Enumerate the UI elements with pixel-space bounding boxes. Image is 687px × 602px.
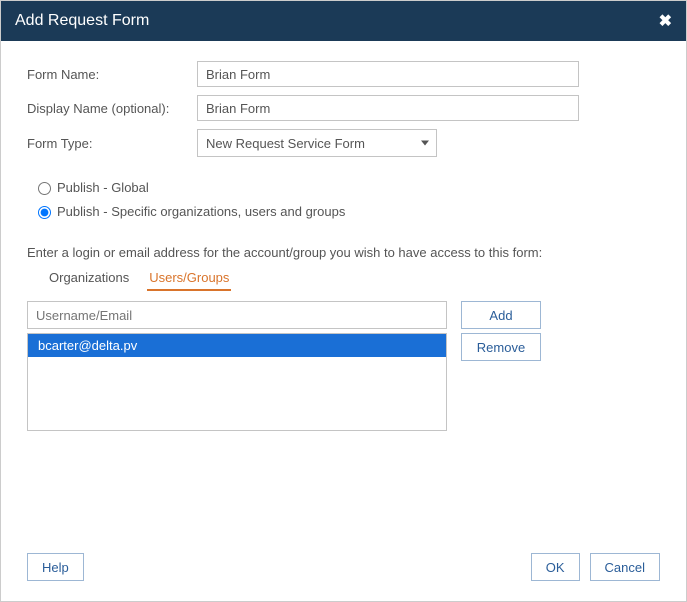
form-name-input[interactable] [197,61,579,87]
ok-button[interactable]: OK [531,553,580,581]
users-left-column: bcarter@delta.pv [27,301,447,431]
display-name-row: Display Name (optional): [27,95,660,121]
users-right-column: Add Remove [461,301,541,361]
remove-button[interactable]: Remove [461,333,541,361]
dialog-title: Add Request Form [15,12,149,30]
display-name-input[interactable] [197,95,579,121]
user-listbox[interactable]: bcarter@delta.pv [27,333,447,431]
dialog: Add Request Form ✖ Form Name: Display Na… [0,0,687,602]
title-bar: Add Request Form ✖ [1,1,686,41]
publish-global-radio[interactable] [38,182,51,195]
form-type-label: Form Type: [27,136,197,151]
form-type-row: Form Type: New Request Service Form [27,129,660,157]
publish-radio-group: Publish - Global Publish - Specific orga… [33,179,660,227]
close-icon[interactable]: ✖ [659,11,672,31]
dialog-content: Form Name: Display Name (optional): Form… [1,41,686,539]
tabs: Organizations Users/Groups [47,266,660,291]
add-button[interactable]: Add [461,301,541,329]
dialog-footer: Help OK Cancel [1,539,686,601]
username-email-input[interactable] [27,301,447,329]
tab-organizations[interactable]: Organizations [47,266,131,291]
help-button[interactable]: Help [27,553,84,581]
form-type-select[interactable]: New Request Service Form [197,129,437,157]
publish-global-label: Publish - Global [57,180,149,195]
publish-global-row: Publish - Global [33,179,660,195]
cancel-button[interactable]: Cancel [590,553,660,581]
form-name-row: Form Name: [27,61,660,87]
form-name-label: Form Name: [27,67,197,82]
instruction-text: Enter a login or email address for the a… [27,245,660,260]
display-name-label: Display Name (optional): [27,101,197,116]
users-area: bcarter@delta.pv Add Remove [27,301,660,431]
publish-specific-row: Publish - Specific organizations, users … [33,203,660,219]
footer-right: OK Cancel [531,553,660,581]
form-type-select-wrap: New Request Service Form [197,129,437,157]
list-item[interactable]: bcarter@delta.pv [28,334,446,357]
publish-specific-label: Publish - Specific organizations, users … [57,204,345,219]
publish-specific-radio[interactable] [38,206,51,219]
tab-users-groups[interactable]: Users/Groups [147,266,231,291]
